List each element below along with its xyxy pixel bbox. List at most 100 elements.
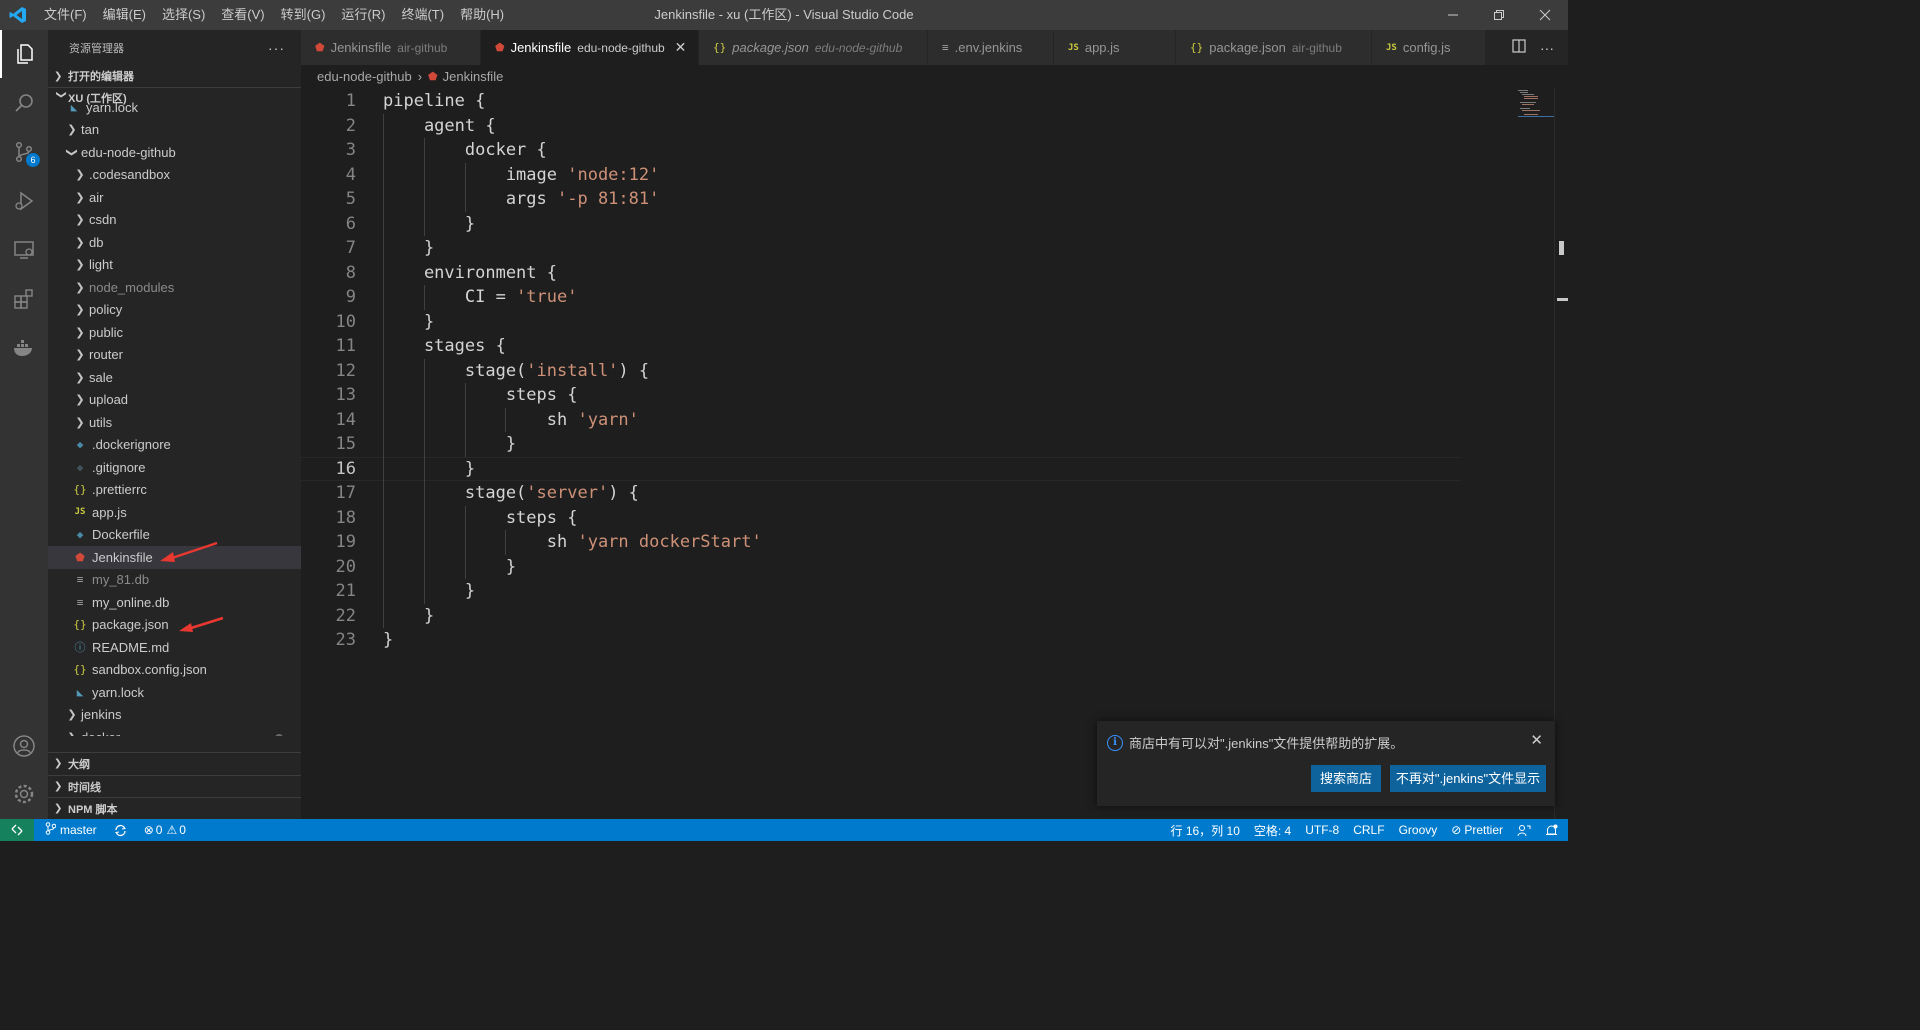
open-editors-section[interactable]: ❯ 打开的编辑器 — [48, 65, 301, 87]
search-icon[interactable] — [0, 79, 48, 127]
tree-file[interactable]: ≡ my_81.db — [48, 569, 301, 592]
tree-folder[interactable]: ❯ edu-node-github — [48, 141, 301, 164]
menu-item[interactable]: 编辑(E) — [95, 0, 154, 30]
vscode-logo-icon — [0, 0, 36, 30]
editor-tab[interactable]: ≡ .env.jenkins — [928, 30, 1054, 65]
tree-folder[interactable]: ❯ light — [48, 254, 301, 277]
tree-item-label: .codesandbox — [89, 167, 170, 183]
chevron-right-icon: ❯ — [75, 326, 85, 339]
tree-folder[interactable]: ❯ csdn — [48, 209, 301, 232]
tree-folder[interactable]: ❯ upload — [48, 389, 301, 412]
more-actions-button[interactable]: ··· — [268, 40, 285, 56]
remote-indicator-icon[interactable] — [0, 819, 34, 841]
remote-explorer-icon[interactable] — [0, 226, 48, 274]
settings-gear-icon[interactable] — [0, 770, 48, 818]
prettier-status[interactable]: ⊘ Prettier — [1444, 823, 1510, 837]
editor-tab[interactable]: JS config.js — [1372, 30, 1486, 65]
encoding[interactable]: UTF-8 — [1298, 823, 1346, 837]
tree-folder[interactable]: ❯docker — [48, 726, 301, 736]
code-editor[interactable]: 1 pipeline {2 agent {3 docker {4 image 'n… — [301, 88, 1568, 819]
indent-guide — [423, 285, 425, 310]
menu-item[interactable]: 查看(V) — [213, 0, 272, 30]
menu-item[interactable]: 终端(T) — [393, 0, 452, 30]
tree-file[interactable]: {} .prettierrc — [48, 479, 301, 502]
language-mode[interactable]: Groovy — [1392, 823, 1445, 837]
tree-file[interactable]: ≡ my_online.db — [48, 591, 301, 614]
tree-file[interactable]: ◆ .dockerignore — [48, 434, 301, 457]
end-of-line[interactable]: CRLF — [1346, 823, 1391, 837]
editor-tab[interactable]: JS app.js — [1054, 30, 1176, 65]
feedback-icon[interactable] — [1510, 824, 1538, 837]
npm-scripts-section[interactable]: ❯ NPM 脚本 — [48, 797, 301, 819]
close-tab-icon[interactable]: ✕ — [675, 39, 687, 56]
code-text: stages { — [383, 336, 506, 356]
breadcrumb-file[interactable]: Jenkinsfile — [443, 69, 504, 84]
docker-icon[interactable] — [0, 324, 48, 372]
git-icon: ◆ — [76, 460, 84, 474]
tree-folder[interactable]: ❯ .codesandbox — [48, 164, 301, 187]
editor-tab[interactable]: ⬟ Jenkinsfile edu-node-github ✕ — [481, 30, 699, 65]
accounts-icon[interactable] — [0, 722, 48, 770]
dont-show-again-button[interactable]: 不再对".jenkins"文件显示 — [1390, 765, 1546, 792]
branch-indicator[interactable]: master — [38, 822, 104, 838]
timeline-section[interactable]: ❯ 时间线 — [48, 775, 301, 797]
tree-folder[interactable]: ❯ air — [48, 186, 301, 209]
tree-file[interactable]: ◣ yarn.lock — [48, 96, 301, 119]
tree-folder[interactable]: ❯ tan — [48, 119, 301, 142]
string-token: 'server' — [526, 483, 609, 504]
cursor-position[interactable]: 行 16，列 10 — [1164, 822, 1247, 839]
tree-folder[interactable]: ❯ router — [48, 344, 301, 367]
tree-file[interactable]: ◣ yarn.lock — [48, 681, 301, 704]
code-token: ) { — [608, 483, 639, 504]
minimize-button[interactable] — [1430, 0, 1476, 30]
indentation[interactable]: 空格: 4 — [1247, 822, 1298, 839]
tree-folder[interactable]: ❯ node_modules — [48, 276, 301, 299]
sync-icon[interactable] — [104, 824, 137, 837]
tree-folder[interactable]: ❯ policy — [48, 299, 301, 322]
tree-file[interactable]: ◆ .gitignore — [48, 456, 301, 479]
run-debug-icon[interactable] — [0, 177, 48, 225]
editor-tab[interactable]: ⬟ Jenkinsfile air-github — [301, 30, 481, 65]
notifications-bell-icon[interactable] — [1538, 824, 1568, 837]
breadcrumb-separator-icon: › — [417, 69, 423, 84]
extensions-icon[interactable] — [0, 275, 48, 323]
tree-folder[interactable]: ❯ utils — [48, 411, 301, 434]
tab-description: edu-node-github — [577, 40, 665, 55]
tree-file[interactable]: {} sandbox.config.json — [48, 659, 301, 682]
problems-indicator[interactable]: ⊗ 0 ⚠ 0 — [137, 823, 193, 837]
indent-guide — [464, 505, 466, 579]
tree-file[interactable]: JS app.js — [48, 501, 301, 524]
more-editor-actions-icon[interactable]: ··· — [1540, 40, 1554, 56]
minimap[interactable] — [1454, 88, 1554, 128]
menu-item[interactable]: 帮助(H) — [452, 0, 512, 30]
tree-folder[interactable]: ❯ jenkins — [48, 704, 301, 727]
editor-tab[interactable]: {} package.json air-github — [1176, 30, 1372, 65]
explorer-icon[interactable] — [0, 30, 48, 78]
breadcrumb-folder[interactable]: edu-node-github — [317, 69, 412, 84]
editor-tab[interactable]: {} package.json edu-node-github — [699, 30, 928, 65]
tree-file[interactable]: ⓘ README.md — [48, 636, 301, 659]
split-editor-icon[interactable] — [1512, 39, 1526, 56]
chevron-right-icon: ❯ — [66, 731, 78, 736]
close-window-button[interactable] — [1522, 0, 1568, 30]
tree-folder[interactable]: ❯ db — [48, 231, 301, 254]
menu-item[interactable]: 文件(F) — [36, 0, 95, 30]
error-count: 0 — [155, 823, 163, 837]
code-token: pipeline { — [383, 91, 486, 112]
status-bar-right: 行 16，列 10 空格: 4 UTF-8 CRLF Groovy ⊘ Pret… — [1164, 819, 1569, 841]
search-marketplace-button[interactable]: 搜索商店 — [1311, 765, 1381, 792]
close-icon[interactable]: ✕ — [1530, 731, 1543, 749]
outline-section[interactable]: ❯ 大纲 — [48, 752, 301, 774]
tree-folder[interactable]: ❯ public — [48, 321, 301, 344]
branch-name: master — [60, 823, 97, 837]
source-control-icon[interactable]: 6 — [0, 128, 48, 176]
menu-item[interactable]: 选择(S) — [154, 0, 213, 30]
line-number: 14 — [335, 409, 356, 430]
tree-folder[interactable]: ❯ sale — [48, 366, 301, 389]
menu-item[interactable]: 转到(G) — [273, 0, 334, 30]
restore-button[interactable] — [1476, 0, 1522, 30]
vertical-scrollbar[interactable] — [1554, 88, 1568, 819]
code-line: 13 steps { — [301, 383, 1461, 408]
menu-item[interactable]: 运行(R) — [333, 0, 393, 30]
line-number: 6 — [345, 213, 356, 234]
